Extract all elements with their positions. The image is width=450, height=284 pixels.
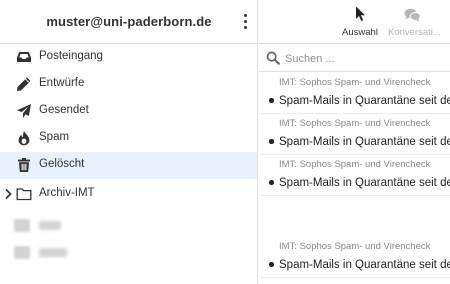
fire-icon — [18, 130, 30, 146]
unread-dot-icon — [269, 98, 274, 103]
message-subject: Spam-Mails in Quarantäne seit dem — [279, 95, 450, 107]
message-subject: Spam-Mails in Quarantäne seit dem — [279, 136, 450, 148]
inbox-icon — [17, 52, 31, 62]
folder-label: Spam — [39, 131, 70, 143]
message-subject: Spam-Mails in Quarantäne seit dem — [279, 259, 450, 271]
message-sender: IMT: Sophos Spam- und Virencheck — [279, 159, 431, 170]
folder-label: Entwürfe — [39, 77, 85, 89]
folder-item-posteingang[interactable]: Posteingang — [0, 44, 257, 71]
kebab-menu-icon[interactable] — [242, 14, 250, 30]
message-sender: IMT: Sophos Spam- und Virencheck — [279, 241, 431, 252]
folder-icon — [16, 188, 32, 201]
obscured-folder-icon — [14, 246, 30, 259]
account-email: muster@uni-paderborn.de — [46, 14, 212, 29]
obscured-folder-label — [39, 221, 61, 230]
unread-dot-icon — [269, 139, 274, 144]
message-list-pane: Auswahl Konversati... IMT: Sophos Spam- … — [259, 0, 450, 284]
search-bar — [259, 45, 450, 72]
search-input[interactable] — [285, 50, 445, 67]
folder-label: Gesendet — [39, 104, 89, 116]
message-sender: IMT: Sophos Spam- und Virencheck — [279, 118, 431, 129]
account-header: muster@uni-paderborn.de — [0, 0, 258, 44]
folder-item-spam[interactable]: Spam — [0, 125, 257, 152]
obscured-folder-item — [0, 237, 257, 267]
folder-label: Archiv-IMT — [39, 187, 95, 199]
list-toolbar: Auswahl Konversati... — [259, 0, 450, 44]
paper-plane-icon — [17, 104, 31, 118]
message-sender: IMT: Sophos Spam- und Virencheck — [279, 77, 431, 88]
cursor-icon — [356, 6, 365, 21]
folder-pane: muster@uni-paderborn.de Posteingang Entw… — [0, 0, 258, 284]
folder-item-gesendet[interactable]: Gesendet — [0, 98, 257, 125]
trash-icon — [18, 158, 30, 172]
message-item[interactable]: IMT: Sophos Spam- und Virencheck Spam-Ma… — [259, 237, 450, 278]
message-item[interactable]: IMT: Sophos Spam- und Virencheck Spam-Ma… — [259, 114, 450, 155]
obscured-folder-icon — [14, 219, 30, 232]
unread-dot-icon — [269, 180, 274, 185]
select-button-label: Auswahl — [342, 27, 378, 38]
obscured-folder-label — [39, 248, 67, 257]
search-icon — [266, 51, 280, 65]
message-item[interactable]: IMT: Sophos Spam- und Virencheck Spam-Ma… — [259, 73, 450, 114]
folder-item-geloescht[interactable]: Gelöscht — [0, 152, 257, 179]
folder-label: Posteingang — [39, 50, 103, 62]
folder-item-entwuerfe[interactable]: Entwürfe — [0, 71, 257, 98]
folder-label: Gelöscht — [39, 158, 85, 170]
speech-bubbles-icon — [404, 8, 421, 22]
unread-dot-icon — [269, 262, 274, 267]
folder-item-archiv-imt[interactable]: Archiv-IMT — [0, 181, 257, 208]
select-button[interactable]: Auswahl — [335, 4, 385, 42]
obscured-folder-item — [0, 210, 257, 240]
message-subject: Spam-Mails in Quarantäne seit dem — [279, 177, 450, 189]
pencil-icon — [17, 77, 31, 91]
conversation-button-label: Konversati... — [388, 27, 441, 38]
chevron-right-icon[interactable] — [4, 188, 12, 200]
conversation-button[interactable]: Konversati... — [386, 4, 450, 42]
message-item[interactable]: IMT: Sophos Spam- und Virencheck Spam-Ma… — [259, 155, 450, 196]
